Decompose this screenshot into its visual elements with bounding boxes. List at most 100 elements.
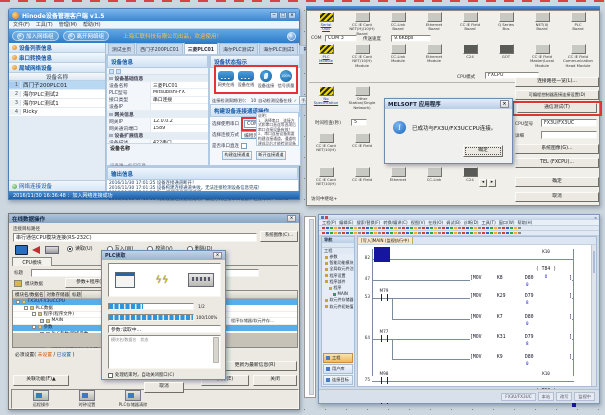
coexistence-route-icon[interactable]: Ethernet: [380, 167, 416, 187]
plc-interface-icon[interactable]: CC IE Field Master/Local Module: [524, 44, 560, 68]
direct-connection-button[interactable]: 可编程控制器直接连接设置(D): [515, 90, 599, 100]
help-icon[interactable]: [287, 32, 296, 41]
checkbox-icon[interactable]: [24, 306, 28, 310]
navigation-view-button[interactable]: 连接目标: [323, 375, 353, 385]
operation-radio[interactable]: 读取(U): [67, 245, 93, 252]
close-icon[interactable]: ×: [287, 215, 296, 222]
project-tree-item[interactable]: 软元件初始值: [322, 304, 354, 310]
plc-interface-icon[interactable]: CC IE Cont NET/10(H) Module: [344, 44, 380, 68]
system-image-button[interactable]: 系统图像(C)...: [260, 231, 298, 242]
menu-item[interactable]: 调试(B): [446, 220, 461, 226]
cpu-module-tab[interactable]: CPU模块: [12, 257, 52, 266]
checkbox-icon[interactable]: [32, 325, 36, 329]
column-header[interactable]: 对象存储器: [45, 291, 71, 298]
plc-interface-icon[interactable]: PLC Module: [308, 44, 344, 68]
checkbox-icon[interactable]: [40, 319, 44, 323]
device-tab[interactable]: 测试主页: [108, 43, 135, 54]
cancel-button[interactable]: 取消: [515, 192, 599, 202]
related-function-icon[interactable]: 远程操作: [18, 390, 64, 408]
pc-interface-icon[interactable]: CC-Link Board: [380, 12, 416, 36]
checkbox-icon[interactable]: [16, 300, 20, 304]
menu-item[interactable]: 管理(M): [59, 21, 77, 28]
coexistence-route-icon[interactable]: CC IE Field: [344, 167, 380, 187]
ladder-rung[interactable]: MOVK9D800: [372, 349, 574, 367]
related-function-icon[interactable]: 时钟设置: [64, 390, 110, 408]
time-check-field[interactable]: 5: [351, 119, 367, 126]
pc-interface-icon[interactable]: CC IE Cont NET(H)/10(H) Board: [344, 12, 380, 36]
related-functions-button[interactable]: 关联功能(F)▲: [13, 375, 69, 386]
column-header[interactable]: 模块名/数据名: [13, 291, 45, 298]
maximize-button[interactable]: □: [279, 12, 287, 19]
menu-item[interactable]: 在线(O): [428, 220, 443, 226]
close-icon[interactable]: ×: [500, 100, 509, 108]
ladder-rung[interactable]: 75 M98 K10T900: [372, 371, 574, 389]
progress-cancel-button[interactable]: 取消: [144, 382, 184, 393]
pager-right-button[interactable]: ▸: [488, 179, 496, 187]
plc-interface-icon[interactable]: C24: [452, 44, 488, 68]
disconnect-channel-button[interactable]: 断开连接通道: [256, 151, 286, 160]
communication-test-button[interactable]: 通信测试(T): [517, 103, 597, 113]
plc-interface-icon[interactable]: CC IE Field Communication Head Module: [560, 44, 596, 68]
editor-tab[interactable]: [写入]MAIN (监视执行中): [358, 237, 413, 244]
progress-titlebar[interactable]: PLC读取 ×: [102, 251, 225, 260]
connection-list-button[interactable]: 连接路径一览(L)...: [515, 77, 599, 87]
join-network-button[interactable]: 加入网络组: [12, 31, 59, 41]
build-channel-button[interactable]: 构建连接通道: [222, 151, 252, 160]
menu-item[interactable]: 窗口(W): [499, 220, 515, 226]
device-tab[interactable]: 三菱PLC01: [184, 42, 218, 54]
navigation-view-button[interactable]: 工程: [323, 353, 353, 363]
device-row[interactable]: 3海尔PLC测试1: [9, 99, 105, 108]
ladder-canvas[interactable]: 47 MOVK8D800 53 M79 MOVK29D798: [372, 249, 574, 384]
sidebar-section[interactable]: 局域网络设备: [9, 63, 105, 73]
online-titlebar[interactable]: 在线数据操作 ×: [9, 214, 299, 223]
plc-interface-icon[interactable]: CC-Link Module: [380, 44, 416, 68]
network-route-icon[interactable]: CC IE Cont NET/10(H): [308, 133, 344, 153]
menu-item[interactable]: 编辑(E): [339, 220, 353, 226]
coexistence-route-icon[interactable]: CC-Link: [416, 167, 452, 187]
plc-interface-icon[interactable]: GOT: [488, 44, 524, 68]
menu-item[interactable]: 帮助(H): [518, 220, 533, 226]
coexistence-route-icon[interactable]: CC IE Cont NET/10(H): [308, 167, 344, 187]
navigation-view-button[interactable]: 用户库: [323, 364, 353, 374]
close-icon[interactable]: ×: [594, 216, 597, 220]
system-image-button[interactable]: 系统图像(G)...: [515, 144, 599, 154]
pc-interface-icon[interactable]: PLC Board: [560, 12, 596, 36]
menu-item[interactable]: 搜索/替换(F): [356, 220, 380, 226]
menu-item[interactable]: 转换/编译(C): [383, 220, 407, 226]
checkbox-icon[interactable]: [32, 312, 36, 316]
column-header[interactable]: 标题: [70, 291, 82, 298]
com-field[interactable]: COM 3: [325, 35, 357, 42]
sidebar-bottom-item[interactable]: 网络连接设备: [9, 180, 105, 191]
auto-close-checkbox[interactable]: [108, 373, 113, 378]
device-tab[interactable]: 西门子200PLC01: [136, 43, 183, 54]
close-button[interactable]: ×: [288, 12, 296, 19]
ladder-rung[interactable]: MOVK7D800: [372, 309, 574, 327]
close-icon[interactable]: ×: [213, 252, 222, 259]
pc-interface-icon[interactable]: CC IE Field Board: [452, 12, 488, 36]
close-dialog-button[interactable]: 关闭: [253, 375, 297, 386]
menu-item[interactable]: 工程(P): [322, 220, 336, 226]
sidebar-section[interactable]: 串口转换信息: [9, 53, 105, 63]
device-tab[interactable]: 海尔PLC测试2: [219, 43, 258, 54]
sidebar-section[interactable]: 设备列表信息: [9, 43, 105, 53]
melsoft-ok-button[interactable]: 确定: [463, 145, 503, 157]
ok-button[interactable]: 确定: [515, 177, 599, 187]
device-row[interactable]: 2海尔PLC测试2: [9, 90, 105, 99]
network-route-icon[interactable]: CC IE Field: [344, 133, 380, 153]
ladder-rung[interactable]: 82 M82 K10T840: [372, 249, 574, 267]
menu-item[interactable]: 诊断(D): [464, 220, 479, 226]
direct-serial-checkbox[interactable]: [241, 143, 247, 149]
menu-item[interactable]: 文件(F): [13, 21, 30, 28]
pager-left-button[interactable]: ◂: [479, 179, 487, 187]
hinode-titlebar[interactable]: Hinode设备管理客户端 v1.5 − □ ×: [9, 9, 299, 21]
menu-item[interactable]: 视图(V): [411, 220, 426, 226]
other-station-icon[interactable]: No Specification: [308, 86, 344, 110]
minimize-button[interactable]: −: [270, 12, 278, 19]
melsoft-titlebar[interactable]: MELSOFT 应用程序 ×: [385, 99, 512, 109]
pc-interface-icon[interactable]: Ethernet Board: [416, 12, 452, 36]
ladder-rung[interactable]: 53 M79 MOVK29D798: [372, 288, 574, 306]
device-row[interactable]: 4Ricky: [9, 108, 105, 117]
menu-item[interactable]: 工具(T): [36, 21, 53, 28]
baud-field[interactable]: 9.6Kbps: [391, 35, 431, 42]
menu-item[interactable]: 帮助(H): [83, 21, 101, 28]
